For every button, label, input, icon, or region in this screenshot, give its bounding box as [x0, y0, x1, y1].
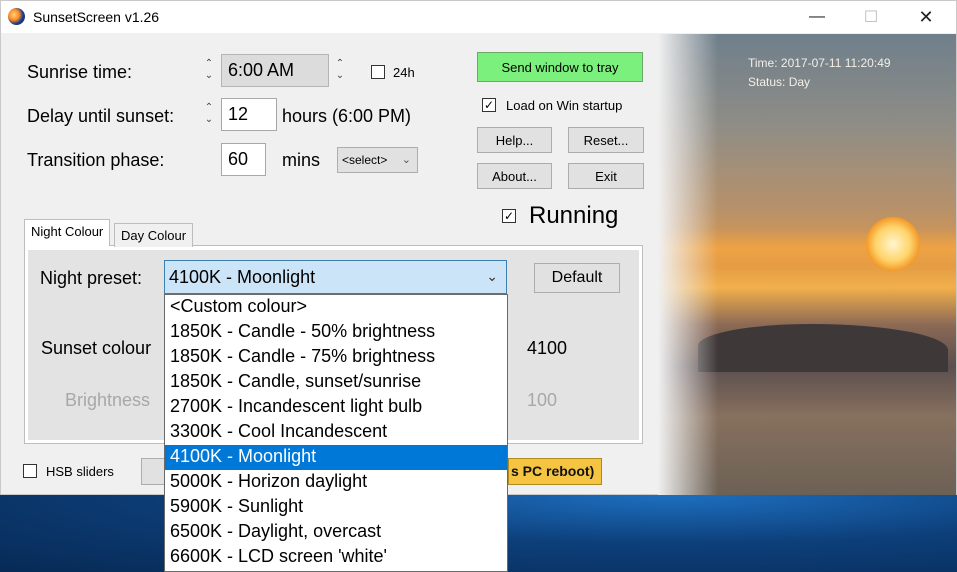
brightness-label: Brightness — [65, 390, 151, 410]
dropdown-option[interactable]: 1850K - Candle, sunset/sunrise — [165, 370, 507, 395]
hsb-sliders-label: HSB sliders — [46, 464, 114, 479]
delay-spinner-icon[interactable]: ⌃ ⌄ — [203, 102, 215, 128]
dropdown-option[interactable]: 3300K - Cool Incandescent — [165, 420, 507, 445]
sunset-colour-value: 4100 — [527, 338, 568, 358]
status-text: Status: Day — [748, 75, 811, 89]
current-time-text: Time: 2017-07-11 11:20:49 — [748, 56, 891, 70]
dropdown-option[interactable]: 4100K - Moonlight — [165, 445, 507, 470]
tab-night-colour[interactable]: Night Colour — [24, 219, 111, 246]
maximize-button[interactable]: ☐ — [848, 1, 894, 33]
exit-button[interactable]: Exit — [568, 163, 644, 189]
load-on-startup-checkbox[interactable]: ✓ — [482, 98, 496, 112]
delay-hours-field[interactable]: 12 — [221, 98, 277, 131]
reset-button[interactable]: Reset... — [568, 127, 644, 153]
running-checkbox[interactable]: ✓ — [502, 209, 516, 223]
sunrise-time-field[interactable]: 6:00 AM — [221, 54, 329, 87]
transition-field[interactable]: 60 — [221, 143, 266, 176]
transition-unit: mins — [282, 150, 321, 170]
dropdown-option[interactable]: 2700K - Incandescent light bulb — [165, 395, 507, 420]
photo-fade — [658, 34, 718, 495]
sunrise-right-spinner-icon[interactable]: ⌃ ⌄ — [334, 58, 346, 84]
load-on-startup-label: Load on Win startup — [506, 98, 623, 113]
sun-graphic — [866, 217, 920, 271]
tab-day-colour[interactable]: Day Colour — [114, 223, 194, 247]
night-preset-label: Night preset: — [40, 268, 143, 288]
night-preset-combobox[interactable]: 4100K - Moonlight ⌄ — [164, 260, 507, 294]
transition-label: Transition phase: — [27, 150, 165, 170]
reboot-warning-button[interactable]: s PC reboot) — [508, 458, 602, 485]
transition-select-value: <select> — [342, 153, 388, 167]
help-button[interactable]: Help... — [477, 127, 552, 153]
dropdown-option[interactable]: 5000K - Horizon daylight — [165, 470, 507, 495]
delay-suffix: hours (6:00 PM) — [282, 106, 412, 126]
24h-label: 24h — [393, 65, 415, 80]
24h-checkbox[interactable] — [371, 65, 385, 79]
close-button[interactable]: ✕ — [903, 1, 949, 33]
dropdown-option[interactable]: <Custom colour> — [165, 295, 507, 320]
about-button[interactable]: About... — [477, 163, 552, 189]
transition-select[interactable]: <select> ⌄ — [337, 147, 418, 173]
running-label: Running — [529, 202, 619, 229]
sunrise-left-spinner-icon[interactable]: ⌃ ⌄ — [203, 58, 215, 84]
dropdown-option[interactable]: 1850K - Candle - 50% brightness — [165, 320, 507, 345]
title-bar: SunsetScreen v1.26 — ☐ ✕ — [1, 1, 956, 33]
sunrise-time-label: Sunrise time: — [27, 62, 133, 82]
dropdown-option[interactable]: 6500K - Daylight, overcast — [165, 520, 507, 545]
brightness-value: 100 — [527, 390, 558, 410]
island-silhouette — [698, 324, 948, 372]
sunset-photo: Time: 2017-07-11 11:20:49 Status: Day — [658, 34, 956, 495]
preset-dropdown-list: <Custom colour> 1850K - Candle - 50% brig… — [164, 294, 508, 572]
delay-label: Delay until sunset: — [27, 106, 175, 126]
sunset-colour-label: Sunset colour — [41, 338, 152, 358]
default-button[interactable]: Default — [534, 263, 620, 293]
dropdown-option[interactable]: 6600K - LCD screen 'white' — [165, 545, 507, 570]
dropdown-option[interactable]: 5900K - Sunlight — [165, 495, 507, 520]
hsb-sliders-checkbox[interactable] — [23, 464, 37, 478]
app-logo-icon — [8, 8, 25, 25]
chevron-down-icon: ⌄ — [401, 154, 411, 166]
window-title: SunsetScreen v1.26 — [33, 9, 160, 25]
chevron-down-icon: ⌄ — [486, 268, 498, 284]
send-to-tray-button[interactable]: Send window to tray — [477, 52, 643, 82]
dropdown-option[interactable]: 1850K - Candle - 75% brightness — [165, 345, 507, 370]
minimize-button[interactable]: — — [794, 1, 840, 33]
night-preset-value: 4100K - Moonlight — [169, 267, 316, 287]
